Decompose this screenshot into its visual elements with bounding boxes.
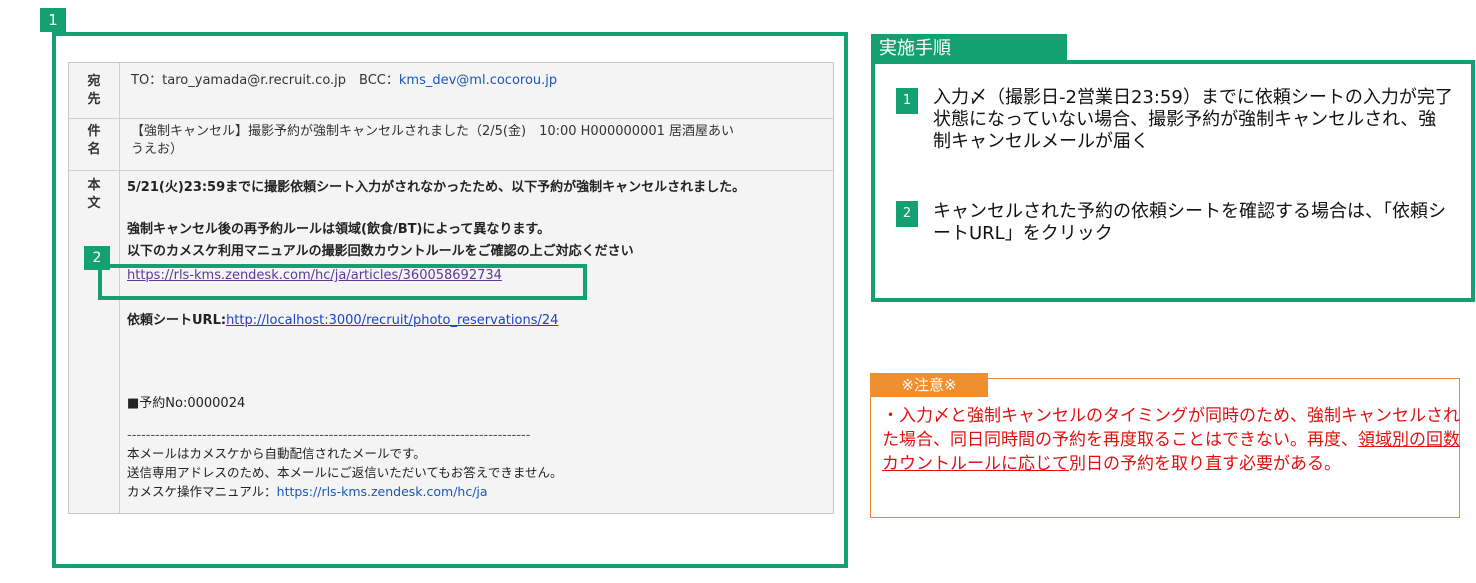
- to-prefix: TO：taro_yamada@r.recruit.co.jp BCC：: [131, 73, 399, 88]
- subject-text: 【強制キャンセル】撮影予約が強制キャンセルされました（2/5(金) 10:00 …: [131, 123, 821, 159]
- step-2-text: キャンセルされた予約の依頼シートを確認する場合は、「依頼シートURL」をクリック: [933, 201, 1446, 244]
- recipient-line: TO：taro_yamada@r.recruit.co.jp BCC：kms_d…: [131, 72, 557, 90]
- row-separator: [69, 118, 833, 119]
- body-line-2: 強制キャンセル後の再予約ルールは領域(飲食/BT)によって異なります。: [127, 222, 551, 237]
- to-label: 宛 先: [87, 74, 101, 107]
- footer-manual-link[interactable]: https://rls-kms.zendesk.com/hc/ja: [277, 484, 488, 499]
- sheet-url-label: 依頼シートURL:: [127, 313, 227, 328]
- link-number-badge: 2: [84, 246, 110, 270]
- note-text-after: 別日の予約を取り直す必要がある。: [1069, 454, 1341, 474]
- footer-manual-label: カメスケ操作マニュアル：: [127, 484, 277, 499]
- footer-line-3: カメスケ操作マニュアル：https://rls-kms.zendesk.com/…: [127, 483, 488, 501]
- footer-line-1: 本メールはカメスケから自動配信されたメールです。: [127, 446, 426, 461]
- reservation-number: ■予約No:0000024: [127, 396, 246, 411]
- subject-line-1: 【強制キャンセル】撮影予約が強制キャンセルされました（2/5(金) 10:00 …: [131, 124, 735, 139]
- sheet-url-link[interactable]: http://localhost:3000/recruit/photo_rese…: [226, 313, 558, 328]
- sheet-url-line: 依頼シートURL:http://localhost:3000/recruit/p…: [127, 312, 558, 330]
- subject-line-2: うえお）: [131, 142, 184, 157]
- frame-number-badge: 1: [40, 8, 66, 32]
- footer-line-2: 送信専用アドレスのため、本メールにご返信いただいてもお答えできません。: [127, 465, 563, 480]
- note-text: ・入力〆と強制キャンセルのタイミングが同時のため、強制キャンセルされた場合、同日…: [882, 404, 1462, 476]
- footer-divider: ----------------------------------------…: [127, 428, 531, 443]
- body-label: 本 文: [87, 178, 101, 211]
- bcc-address-link[interactable]: kms_dev@ml.cocorou.jp: [399, 73, 557, 88]
- body-line-3: 以下のカメスケ利用マニュアルの撮影回数カウントルールをご確認の上ご対応ください: [127, 244, 634, 259]
- step-1-text: 入力〆（撮影日-2営業日23:59）までに依頼シートの入力が完了状態になっていな…: [933, 87, 1453, 152]
- subject-label: 件 名: [87, 124, 101, 157]
- body-line-1: 5/21(火)23:59までに撮影依頼シート入力がされなかったため、以下予約が強…: [127, 180, 746, 195]
- note-title: ※注意※: [870, 373, 988, 397]
- step-2-number: 2: [896, 201, 918, 227]
- step-1-number: 1: [896, 88, 918, 114]
- link-highlight-box: [98, 264, 587, 300]
- steps-title: 実施手順: [871, 34, 1067, 64]
